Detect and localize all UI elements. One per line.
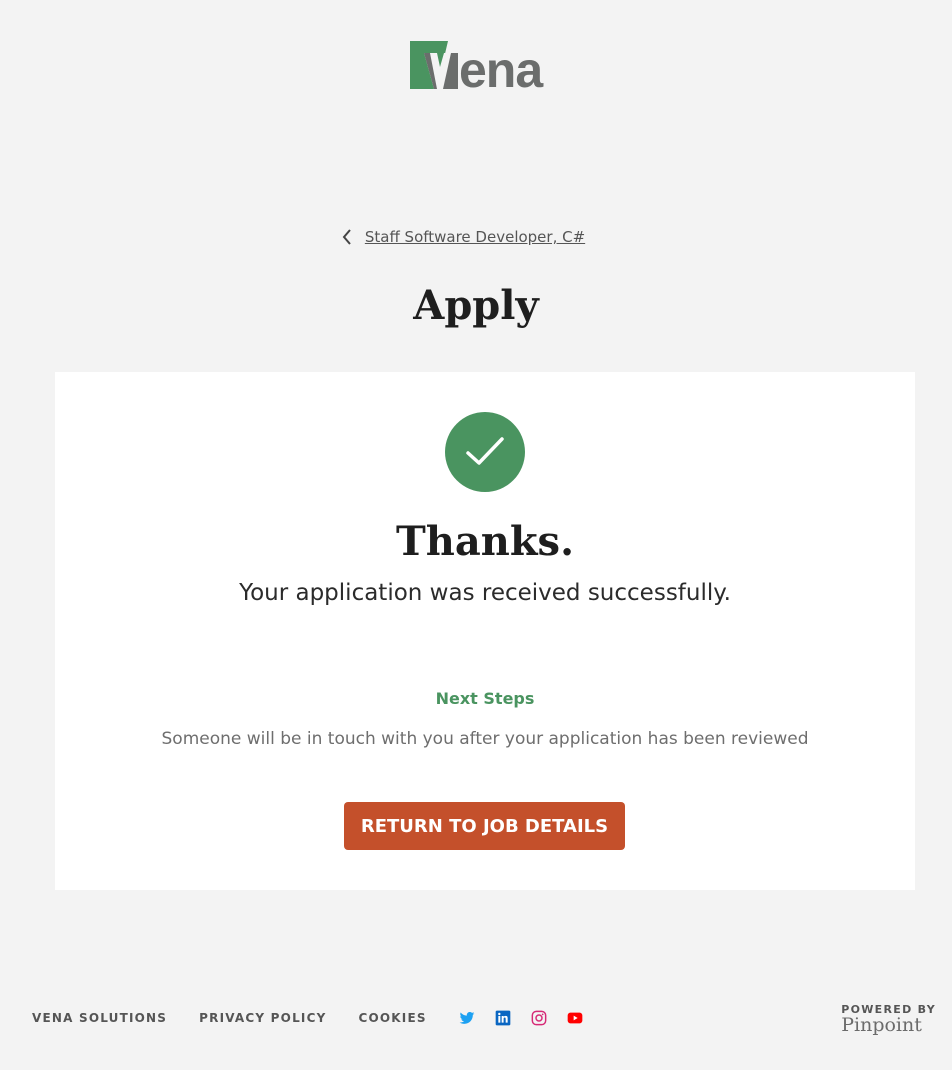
received-message: Your application was received successful… [239,580,731,606]
thanks-heading: Thanks. [395,518,574,565]
youtube-icon[interactable] [567,1010,583,1026]
twitter-icon[interactable] [459,1010,475,1026]
next-steps-text: Someone will be in touch with you after … [161,729,809,749]
success-check [445,412,525,492]
confirmation-card: Thanks. Your application was received su… [55,372,915,890]
return-to-job-details-button[interactable]: RETURN TO JOB DETAILS [344,802,625,850]
footer-link-cookies[interactable]: COOKIES [358,1011,426,1025]
instagram-icon[interactable] [531,1010,547,1026]
footer-link-vena-solutions[interactable]: VENA SOLUTIONS [32,1011,167,1025]
footer: VENA SOLUTIONS PRIVACY POLICY COOKIES [32,1010,603,1026]
next-steps-label: Next Steps [435,689,535,708]
powered-by-pinpoint[interactable]: POWERED BY Pinpoint [841,1003,936,1036]
breadcrumb: Staff Software Developer, C# [0,228,952,246]
linkedin-icon[interactable] [495,1010,511,1026]
vena-logo-mark-icon [410,41,458,89]
checkmark-icon [466,437,504,465]
page-title: Apply [413,282,539,329]
back-to-job-link[interactable]: Staff Software Developer, C# [365,228,585,246]
chevron-left-icon[interactable] [341,228,353,246]
footer-link-privacy-policy[interactable]: PRIVACY POLICY [199,1011,326,1025]
vena-logo-text: ena [459,42,543,98]
social-links [459,1010,603,1026]
pinpoint-logo: Pinpoint [841,1014,922,1036]
vena-logo[interactable]: ena [410,41,543,98]
